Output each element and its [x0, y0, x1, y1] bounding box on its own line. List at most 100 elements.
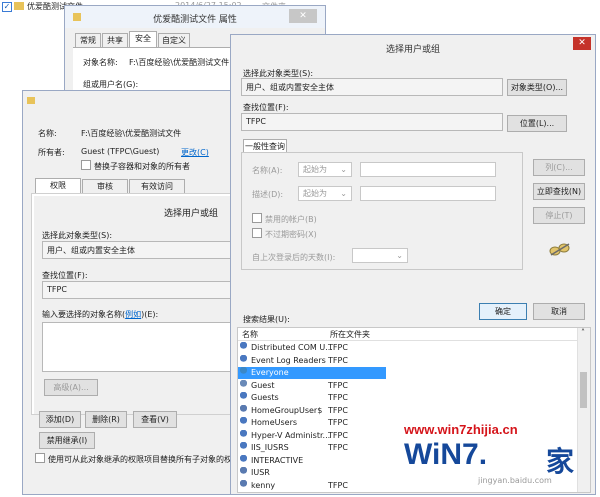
- result-row[interactable]: Guests TFPC: [238, 392, 578, 404]
- group-label: 组或用户名(G):: [83, 80, 139, 89]
- replace-owner-checkbox[interactable]: [81, 160, 91, 170]
- user-group-icon: [240, 392, 250, 401]
- result-name: Guests: [240, 392, 279, 404]
- inner-location-label: 查找位置(F):: [42, 271, 88, 280]
- find-now-label: 立即查找(N): [536, 187, 582, 196]
- tab-effective-access[interactable]: 有效访问: [129, 179, 185, 193]
- watermark-glyph: 家: [546, 445, 575, 478]
- name-starts-with-dropdown[interactable]: 起始为 ⌄: [298, 162, 352, 177]
- result-name: Event Log Readers: [240, 354, 326, 367]
- user-group-icon: [240, 404, 250, 414]
- folder-icon: [27, 97, 35, 104]
- result-row[interactable]: Guest TFPC: [238, 379, 578, 392]
- owner-label: 所有者:: [38, 148, 65, 157]
- result-row[interactable]: Everyone: [238, 367, 386, 379]
- result-folder: TFPC: [328, 480, 348, 490]
- result-folder: TFPC: [328, 443, 348, 452]
- days-since-logon-dropdown[interactable]: ⌄: [352, 248, 408, 263]
- non-expiring-option[interactable]: 不过期密码(X): [252, 228, 317, 240]
- result-name-text: IIS_IUSRS: [251, 443, 289, 452]
- desc-query-input[interactable]: [360, 186, 496, 201]
- object-name-label: 对象名称:: [83, 58, 118, 67]
- columns-button[interactable]: 列(C)...: [533, 159, 585, 176]
- col-folder-header[interactable]: 所在文件夹: [330, 329, 370, 340]
- checkbox-checked-icon[interactable]: ✓: [2, 2, 12, 12]
- object-types-button[interactable]: 对象类型(O)...: [507, 79, 567, 96]
- folder-icon: [14, 2, 24, 10]
- disable-inheritance-button[interactable]: 禁用继承(I): [39, 432, 95, 449]
- replace-owner-label: 替换子容器和对象的所有者: [94, 162, 190, 171]
- owner-change-link[interactable]: 更改(C): [181, 147, 209, 158]
- tab-sharing[interactable]: 共享: [102, 33, 128, 47]
- result-row[interactable]: Distributed COM U... TFPC: [238, 342, 578, 354]
- locations-button[interactable]: 位置(L)...: [507, 115, 567, 132]
- objtype-field: 用户、组或内置安全主体: [241, 78, 503, 96]
- tab-common-queries[interactable]: 一般性查询: [243, 139, 287, 153]
- close-button[interactable]: ✕: [289, 9, 317, 23]
- tab-permissions[interactable]: 权限: [35, 178, 81, 193]
- result-name-text: Distributed COM U...: [251, 343, 333, 352]
- disabled-accounts-checkbox[interactable]: [252, 213, 262, 223]
- remove-button-label: 删除(R): [92, 415, 120, 424]
- select-title: 选择用户或组: [385, 45, 440, 55]
- non-expiring-label: 不过期密码(X): [265, 230, 317, 239]
- user-group-icon: [240, 417, 250, 426]
- name-query-input[interactable]: [360, 162, 496, 177]
- watermark-url: www.win7zhijia.cn: [404, 422, 518, 437]
- result-folder: TFPC: [328, 380, 348, 390]
- view-button-label: 查看(V): [141, 415, 169, 424]
- view-button[interactable]: 查看(V): [133, 411, 177, 428]
- results-header: 名称 所在文件夹: [238, 328, 578, 341]
- ok-button[interactable]: 确定: [479, 303, 527, 320]
- user-group-icon: [240, 454, 250, 464]
- tab-general[interactable]: 常规: [75, 33, 101, 47]
- disabled-accounts-option[interactable]: 禁用的帐户(B): [252, 213, 317, 225]
- remove-button[interactable]: 删除(R): [85, 411, 127, 428]
- close-icon: ✕: [578, 38, 586, 48]
- replace-owner-option[interactable]: 替换子容器和对象的所有者: [81, 160, 190, 172]
- scroll-up-icon[interactable]: ˄: [581, 328, 585, 337]
- desc-starts-with-dropdown[interactable]: 起始为 ⌄: [298, 186, 352, 201]
- examples-link[interactable]: 例如: [125, 310, 141, 319]
- result-name-text: INTERACTIVE: [251, 455, 304, 465]
- enter-names-input[interactable]: [42, 322, 258, 372]
- tab-security[interactable]: 安全: [129, 31, 157, 47]
- result-name-text: Hyper-V Administr...: [251, 430, 331, 440]
- cancel-button[interactable]: 取消: [533, 303, 585, 320]
- location-field: TFPC: [241, 113, 503, 131]
- enter-names-suffix: )(E):: [141, 310, 159, 319]
- result-folder: TFPC: [328, 343, 348, 352]
- col-name-header[interactable]: 名称: [242, 329, 258, 340]
- scroll-thumb[interactable]: [580, 372, 587, 408]
- add-button[interactable]: 添加(D): [39, 411, 81, 428]
- user-group-icon: [240, 429, 250, 439]
- stop-button[interactable]: 停止(T): [533, 207, 585, 224]
- non-expiring-checkbox[interactable]: [252, 228, 262, 238]
- result-folder: TFPC: [328, 355, 348, 365]
- result-name-text: kenny: [251, 480, 276, 490]
- find-now-button[interactable]: 立即查找(N): [533, 183, 585, 200]
- tab-custom[interactable]: 自定义: [158, 33, 190, 47]
- locations-label: 位置(L)...: [519, 119, 555, 128]
- user-group-icon: [240, 442, 250, 451]
- close-button[interactable]: ✕: [573, 37, 591, 50]
- inner-select-title: 选择用户或组: [164, 209, 219, 219]
- result-name: Guest: [240, 379, 275, 392]
- advanced-button[interactable]: 高级(A)...: [44, 379, 98, 396]
- replace-child-permissions-checkbox[interactable]: [35, 453, 45, 463]
- watermark: www.win7zhijia.cn WiN7. 家 jingyan.baidu.…: [398, 418, 588, 496]
- tab-auditing[interactable]: 审核: [82, 179, 128, 193]
- result-name: INTERACTIVE: [240, 454, 304, 467]
- results-label: 搜索结果(U):: [243, 315, 290, 324]
- result-name-text: Guests: [251, 393, 279, 402]
- inner-objtype-field: 用户、组或内置安全主体: [42, 241, 258, 259]
- result-row[interactable]: HomeGroupUser$ TFPC: [238, 404, 578, 417]
- replace-child-permissions-option[interactable]: 使用可从此对象继承的权限项目替换所有子对象的权限: [35, 453, 240, 465]
- result-row[interactable]: Event Log Readers TFPC: [238, 354, 578, 367]
- result-folder: TFPC: [328, 405, 348, 415]
- inner-location-field: TFPC: [42, 281, 258, 299]
- result-name-text: HomeGroupUser$: [251, 405, 323, 415]
- result-name: Hyper-V Administr...: [240, 429, 331, 442]
- query-panel: 名称(A): 起始为 ⌄ 描述(D): 起始为 ⌄ 禁用的帐户(B) 不过期密码(X…: [241, 152, 523, 270]
- chevron-down-icon: ⌄: [396, 251, 403, 260]
